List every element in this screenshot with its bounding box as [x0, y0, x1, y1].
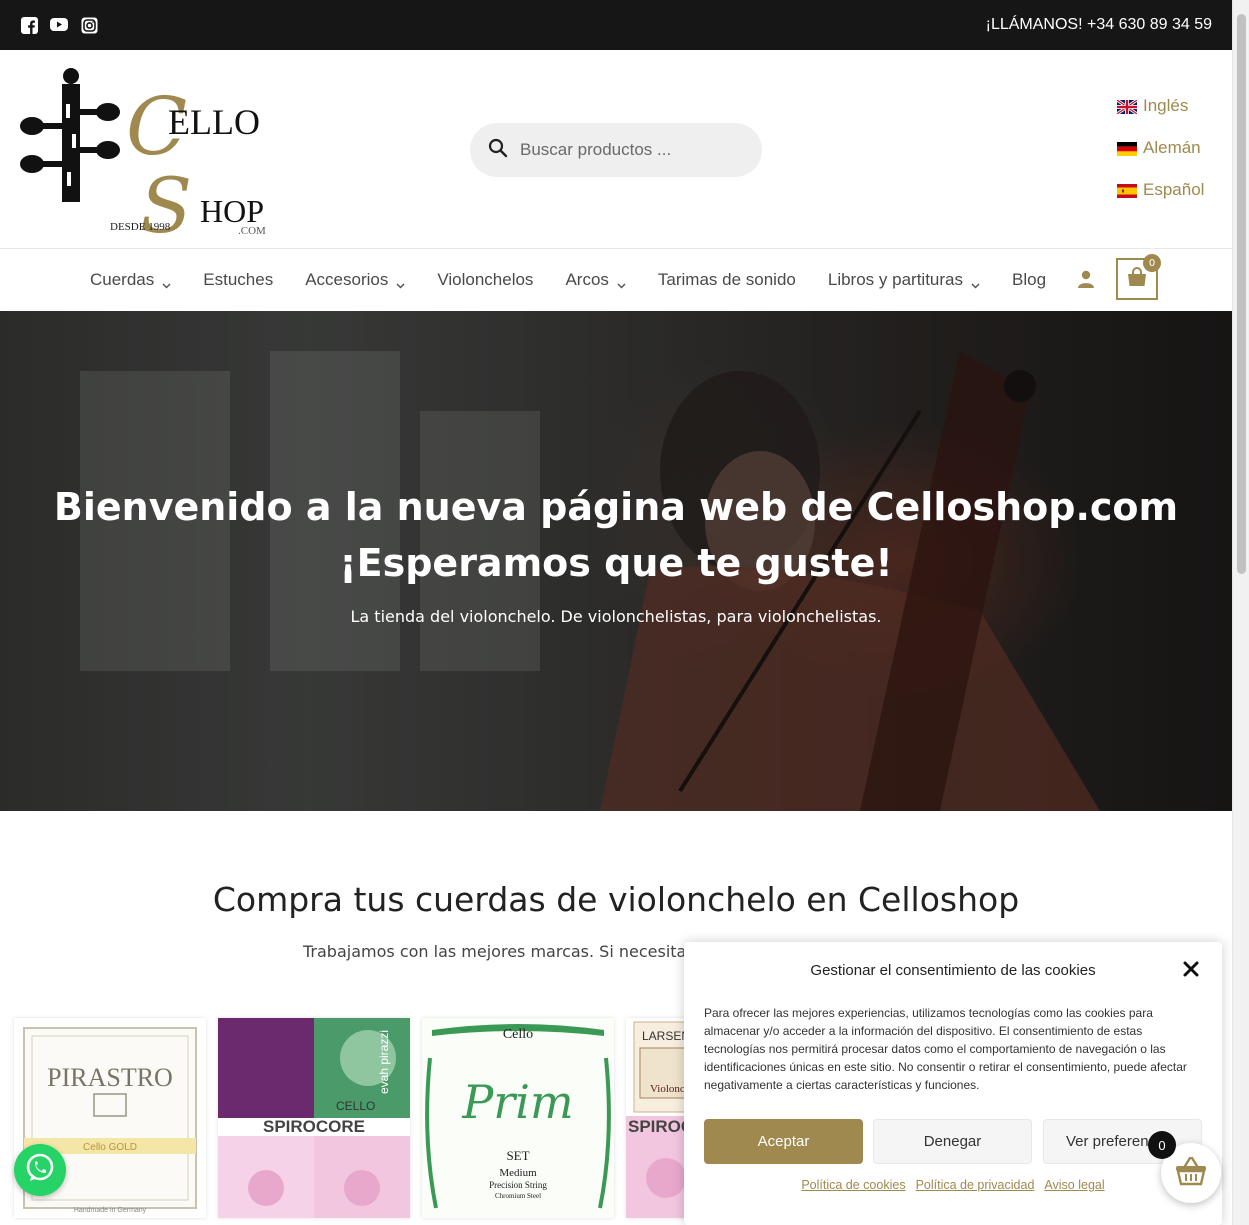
product-top: Cello	[503, 1027, 533, 1042]
nav-label: Violonchelos	[437, 269, 534, 289]
site-logo[interactable]: C ELLO S HOP .COM	[18, 64, 278, 250]
product-sub2: Precision String	[489, 1180, 547, 1190]
cookie-consent-dialog: Gestionar el consentimiento de las cooki…	[684, 942, 1222, 1225]
product-brand: SPIROCORE	[263, 1117, 365, 1136]
cookie-links: Política de cookies Política de privacid…	[684, 1178, 1222, 1192]
uk-flag-icon	[1116, 98, 1138, 116]
lang-spanish[interactable]: Español	[1117, 180, 1204, 200]
nav-item-libros[interactable]: Libros y partituras	[828, 270, 980, 290]
chevron-down-icon	[396, 275, 405, 289]
hero-banner: Bienvenido a la nueva página web de Cell…	[0, 311, 1232, 811]
nav-label: Arcos	[565, 269, 609, 289]
cookie-text: Para ofrecer las mejores experiencias, u…	[704, 1006, 1187, 1092]
logo-since: DESDE 1998	[110, 221, 171, 233]
chevron-down-icon	[971, 275, 980, 289]
cookie-policy-link[interactable]: Política de cookies	[801, 1178, 905, 1192]
legal-notice-link[interactable]: Aviso legal	[1044, 1178, 1104, 1192]
product-footer: evah pirazzi	[377, 1030, 391, 1094]
page: ¡LLÁMANOS! +34 630 89 34 59 C ELLO S HOP…	[0, 0, 1232, 1225]
germany-flag-icon	[1117, 141, 1137, 156]
nav-label: Libros y partituras	[827, 269, 963, 289]
page-scrollbar[interactable]	[1232, 0, 1249, 1225]
search-icon[interactable]	[488, 138, 508, 162]
youtube-icon[interactable]	[50, 16, 68, 34]
product-label: SET	[506, 1148, 529, 1163]
whatsapp-button[interactable]	[14, 1144, 66, 1196]
lang-german[interactable]: Alemán	[1117, 138, 1204, 158]
nav-label: Tarimas de sonido	[657, 269, 796, 289]
language-switcher: Inglés Alemán Español	[1116, 96, 1204, 200]
hero-title: Bienvenido a la nueva página web de Cell…	[0, 479, 1232, 591]
header-cart-count: 0	[1143, 254, 1161, 272]
floating-cart-count: 0	[1148, 1131, 1176, 1159]
lang-english[interactable]: Inglés	[1116, 96, 1204, 116]
nav-label: Cuerdas	[90, 269, 155, 289]
nav-item-estuches[interactable]: Estuches	[203, 270, 273, 290]
product-card[interactable]: evah pirazzi CELLO SPIROCORE	[218, 1018, 410, 1218]
hero-subtitle: La tienda del violonchelo. De violonchel…	[350, 607, 882, 626]
shopping-basket-icon	[1174, 1156, 1208, 1190]
cookie-title: Gestionar el consentimiento de las cooki…	[810, 962, 1096, 979]
scrollbar-thumb[interactable]	[1237, 14, 1246, 574]
whatsapp-icon	[23, 1151, 57, 1189]
product-card[interactable]: Cello Prim SET Medium Precision String C…	[422, 1018, 614, 1218]
search-input[interactable]	[520, 140, 740, 160]
section-subtitle: Trabajamos con las mejores marcas. Si ne…	[303, 942, 719, 961]
spain-flag-icon	[1117, 183, 1137, 198]
deny-button[interactable]: Denegar	[873, 1119, 1032, 1164]
product-label: CELLO	[336, 1099, 375, 1113]
social-links	[20, 16, 98, 34]
nav-item-cuerdas[interactable]: Cuerdas	[90, 270, 171, 290]
product-brand: Prim	[461, 1075, 573, 1129]
product-footer: Handmade in Germany	[74, 1207, 147, 1214]
lang-label: Inglés	[1143, 96, 1189, 115]
top-bar: ¡LLÁMANOS! +34 630 89 34 59	[0, 0, 1232, 50]
product-image-prim: Cello Prim SET Medium Precision String C…	[422, 1018, 614, 1218]
nav-label: Estuches	[203, 269, 274, 289]
product-sub1: Medium	[499, 1167, 537, 1179]
facebook-icon[interactable]	[20, 16, 38, 34]
site-header: C ELLO S HOP .COM DESDE 1998 Inglés	[0, 50, 1232, 250]
section-title: Compra tus cuerdas de violonchelo en Cel…	[212, 880, 1020, 919]
main-nav: Cuerdas Estuches Accesorios Violonchelos…	[0, 249, 1232, 310]
nav-item-blog[interactable]: Blog	[1012, 270, 1046, 290]
product-label: Cello GOLD	[83, 1142, 137, 1153]
logo-com: .COM	[238, 225, 266, 237]
nav-item-accesorios[interactable]: Accesorios	[305, 270, 405, 290]
nav-label: Blog	[1012, 269, 1047, 289]
privacy-policy-link[interactable]: Política de privacidad	[916, 1178, 1035, 1192]
nav-item-arcos[interactable]: Arcos	[565, 269, 626, 290]
product-brand: PIRASTRO	[47, 1063, 173, 1092]
hero-title-line2: ¡Esperamos que te guste!	[339, 541, 893, 585]
nav-label: Accesorios	[305, 269, 389, 289]
logo-text-hop: HOP	[200, 193, 264, 229]
close-icon[interactable]	[1182, 960, 1200, 978]
user-account-icon[interactable]	[1076, 269, 1096, 289]
accept-button[interactable]: Aceptar	[704, 1119, 863, 1164]
lang-label: Alemán	[1143, 138, 1201, 157]
chevron-down-icon	[162, 275, 171, 289]
search-bar[interactable]	[470, 123, 762, 177]
logo-text-ello: ELLO	[168, 102, 260, 142]
shopping-bag-icon	[1126, 266, 1148, 292]
chevron-down-icon	[617, 275, 626, 289]
lang-label: Español	[1143, 180, 1205, 199]
instagram-icon[interactable]	[80, 16, 98, 34]
nav-item-tarimas[interactable]: Tarimas de sonido	[658, 270, 796, 290]
phone-number[interactable]: ¡LLÁMANOS! +34 630 89 34 59	[986, 16, 1212, 34]
product-image-spirocore: evah pirazzi CELLO SPIROCORE	[218, 1018, 410, 1218]
nav-item-violonchelos[interactable]: Violonchelos	[437, 270, 533, 290]
product-sub3: Chromium Steel	[495, 1192, 541, 1200]
hero-title-line1: Bienvenido a la nueva página web de Cell…	[53, 485, 1179, 529]
